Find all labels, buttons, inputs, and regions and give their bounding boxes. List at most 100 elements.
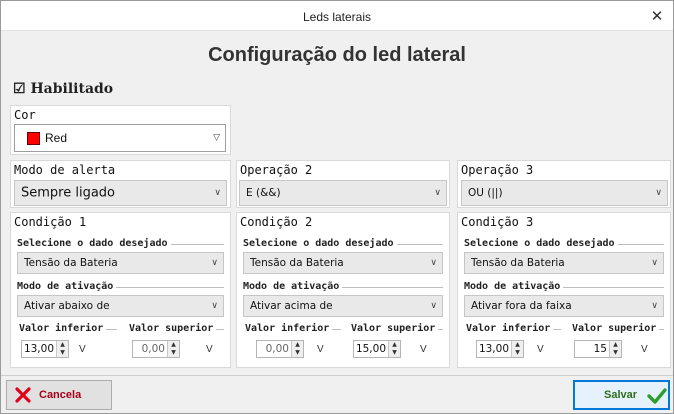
data-select-value: Tensão da Bateria [471, 257, 565, 269]
spin-arrows-icon[interactable]: ▲ ▼ [511, 341, 523, 357]
data-group-line: Selecione o dado desejado [17, 238, 224, 249]
alert-mode-value: Sempre ligado [21, 185, 116, 201]
operation2-select[interactable]: E (&&) ∨ [239, 180, 447, 206]
data-group-line: Selecione o dado desejado [243, 238, 443, 249]
lower-value-stepper[interactable]: 13,00 ▲ ▼ [21, 340, 69, 358]
mode-group-line: Modo de ativação [17, 281, 224, 292]
upper-unit: V [641, 344, 648, 355]
enabled-checkbox[interactable]: ☑ Habilitado [13, 81, 113, 97]
chevron-down-icon: ▽ [213, 133, 220, 143]
condition-title: Condição 1 [14, 215, 87, 229]
mode-group-line: Modo de ativação [464, 281, 664, 292]
spin-arrows-icon[interactable]: ▲ ▼ [609, 341, 621, 357]
activation-mode-value: Ativar abaixo de [24, 300, 110, 312]
page-heading: Configuração do led lateral [208, 44, 466, 66]
data-select-value: Tensão da Bateria [24, 257, 118, 269]
chevron-down-icon: ∨ [430, 258, 437, 268]
upper-value-label: Valor superior [129, 323, 217, 334]
enabled-label: Habilitado [30, 81, 114, 97]
lower-value-label: Valor inferior [19, 323, 107, 334]
title-bar: Leds laterais ✕ [1, 1, 673, 31]
lower-value-stepper[interactable]: 0,00 ▲ ▼ [256, 340, 304, 358]
activation-mode-select[interactable]: Ativar fora da faixa ∨ [464, 295, 664, 317]
color-swatch [27, 132, 40, 145]
color-select[interactable]: Red ▽ [14, 124, 226, 152]
condition-panel-3: Condição 3 Selecione o dado desejado Ten… [457, 212, 671, 368]
operation2-label: Operação 2 [240, 163, 313, 177]
color-panel: Cor Red ▽ [10, 105, 231, 155]
operation3-panel: Operação 3 OU (||) ∨ [457, 160, 671, 208]
lower-unit: V [79, 344, 86, 355]
operation3-value: OU (||) [468, 187, 503, 199]
upper-value: 0,00 [141, 343, 165, 355]
data-select-label: Selecione o dado desejado [243, 238, 397, 249]
chevron-down-icon: ∨ [651, 301, 658, 311]
spin-arrows-icon[interactable]: ▲ ▼ [56, 341, 68, 357]
condition-title: Condição 2 [240, 215, 313, 229]
data-group-line: Selecione o dado desejado [464, 238, 664, 249]
data-select-label: Selecione o dado desejado [17, 238, 171, 249]
data-select[interactable]: Tensão da Bateria ∨ [464, 252, 664, 274]
chevron-down-icon: ∨ [211, 258, 218, 268]
cancel-button[interactable]: Cancela [6, 380, 112, 410]
cancel-label: Cancela [39, 389, 82, 401]
upper-value-stepper[interactable]: 15 ▲ ▼ [574, 340, 622, 358]
data-select-value: Tensão da Bateria [250, 257, 344, 269]
upper-value-stepper[interactable]: 0,00 ▲ ▼ [132, 340, 180, 358]
mode-group-line: Modo de ativação [243, 281, 443, 292]
save-label: Salvar [604, 389, 638, 401]
activation-mode-label: Modo de ativação [243, 281, 343, 292]
data-select[interactable]: Tensão da Bateria ∨ [243, 252, 443, 274]
chevron-down-icon: ∨ [434, 188, 441, 198]
checkbox-checked-icon: ☑ [13, 81, 26, 97]
cancel-x-icon [15, 387, 31, 403]
alert-mode-select[interactable]: Sempre ligado ∨ [14, 180, 227, 206]
lower-unit: V [317, 344, 324, 355]
operation2-panel: Operação 2 E (&&) ∨ [236, 160, 450, 208]
activation-mode-value: Ativar fora da faixa [471, 300, 572, 312]
chevron-down-icon: ∨ [430, 301, 437, 311]
condition-panel-2: Condição 2 Selecione o dado desejado Ten… [236, 212, 450, 368]
condition-title: Condição 3 [461, 215, 534, 229]
upper-unit: V [206, 344, 213, 355]
operation2-value: E (&&) [246, 187, 281, 199]
lower-value: 13,00 [23, 343, 54, 355]
window-title: Leds laterais [302, 10, 372, 24]
spin-arrows-icon[interactable]: ▲ ▼ [167, 341, 179, 357]
chevron-down-icon: ∨ [655, 188, 662, 198]
color-label: Cor [14, 108, 36, 122]
upper-unit: V [420, 344, 427, 355]
checkmark-icon [647, 388, 667, 404]
upper-value: 15 [593, 343, 607, 355]
close-icon[interactable]: ✕ [647, 6, 667, 26]
activation-mode-value: Ativar acima de [250, 300, 333, 312]
operation3-label: Operação 3 [461, 163, 534, 177]
activation-mode-select[interactable]: Ativar abaixo de ∨ [17, 295, 224, 317]
upper-value: 15,00 [355, 343, 386, 355]
chevron-down-icon: ∨ [651, 258, 658, 268]
upper-value-label: Valor superior [351, 323, 439, 334]
dialog-window: Leds laterais ✕ Configuração do led late… [0, 0, 674, 414]
data-select-label: Selecione o dado desejado [464, 238, 618, 249]
spin-arrows-icon[interactable]: ▲ ▼ [291, 341, 303, 357]
lower-value-label: Valor inferior [245, 323, 333, 334]
spin-arrows-icon[interactable]: ▲ ▼ [388, 341, 400, 357]
lower-value-stepper[interactable]: 13,00 ▲ ▼ [476, 340, 524, 358]
lower-value-label: Valor inferior [466, 323, 554, 334]
upper-value-label: Valor superior [572, 323, 660, 334]
color-value: Red [45, 131, 68, 145]
lower-unit: V [537, 344, 544, 355]
operation3-select[interactable]: OU (||) ∨ [461, 180, 668, 206]
upper-value-stepper[interactable]: 15,00 ▲ ▼ [353, 340, 401, 358]
alert-mode-panel: Modo de alerta Sempre ligado ∨ [10, 160, 231, 208]
data-select[interactable]: Tensão da Bateria ∨ [17, 252, 224, 274]
activation-mode-label: Modo de ativação [17, 281, 117, 292]
activation-mode-select[interactable]: Ativar acima de ∨ [243, 295, 443, 317]
lower-value: 0,00 [265, 343, 289, 355]
lower-value: 13,00 [478, 343, 509, 355]
activation-mode-label: Modo de ativação [464, 281, 564, 292]
condition-panel-1: Condição 1 Selecione o dado desejado Ten… [10, 212, 231, 368]
chevron-down-icon: ∨ [214, 188, 221, 198]
save-button[interactable]: Salvar [573, 380, 670, 410]
chevron-down-icon: ∨ [211, 301, 218, 311]
